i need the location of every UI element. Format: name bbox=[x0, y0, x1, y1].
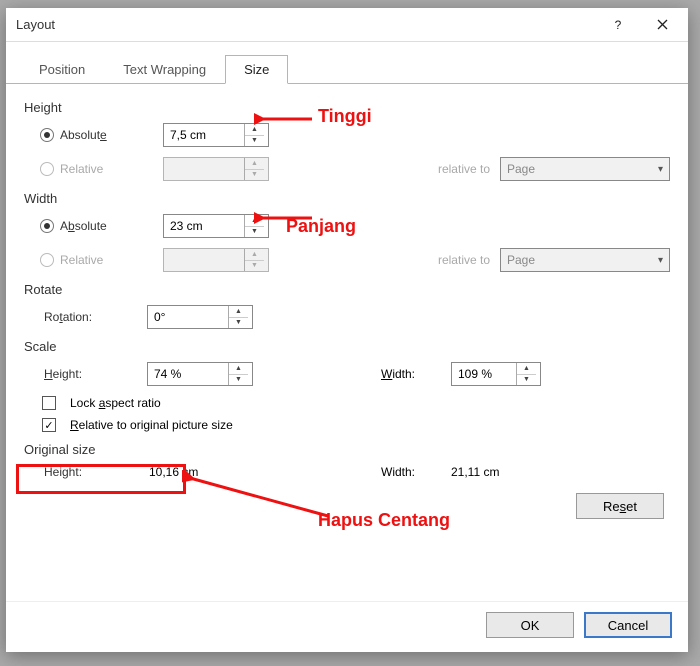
chevron-down-icon: ▾ bbox=[658, 255, 663, 266]
height-relative-to-label: relative to bbox=[438, 162, 490, 176]
relative-original-checkbox[interactable]: ✓ bbox=[42, 418, 56, 432]
scale-height-spinner[interactable]: ▲▼ bbox=[147, 362, 253, 386]
scale-width-arrows[interactable]: ▲▼ bbox=[516, 363, 536, 385]
scale-height-arrows[interactable]: ▲▼ bbox=[228, 363, 248, 385]
height-absolute-label: Absolute bbox=[60, 128, 155, 142]
width-relative-input bbox=[164, 249, 244, 271]
help-button[interactable]: ? bbox=[596, 10, 640, 40]
chevron-down-icon: ▾ bbox=[658, 164, 663, 175]
original-height-label: Height: bbox=[44, 465, 139, 479]
tab-text-wrapping[interactable]: Text Wrapping bbox=[104, 55, 225, 84]
scale-width-input[interactable] bbox=[452, 363, 516, 385]
width-absolute-input[interactable] bbox=[164, 215, 244, 237]
ok-button[interactable]: OK bbox=[486, 612, 574, 638]
relative-original-label: Relative to original picture size bbox=[70, 418, 233, 432]
width-relative-row: Relative ▲▼ relative to Page ▾ bbox=[40, 248, 670, 272]
close-button[interactable] bbox=[640, 10, 684, 40]
rotation-row: Rotation: ▲▼ bbox=[40, 305, 670, 329]
reset-button[interactable]: Reset bbox=[576, 493, 664, 519]
cancel-button[interactable]: Cancel bbox=[584, 612, 672, 638]
width-relative-to-combo: Page ▾ bbox=[500, 248, 670, 272]
tab-content-size: Height Absolute ▲▼ Relative ▲▼ relative … bbox=[6, 84, 688, 601]
original-width-value: 21,11 cm bbox=[451, 465, 541, 479]
width-relative-spinner: ▲▼ bbox=[163, 248, 269, 272]
titlebar: Layout ? bbox=[6, 8, 688, 42]
scale-width-label: Width: bbox=[381, 367, 441, 381]
original-width-label: Width: bbox=[381, 465, 441, 479]
height-relative-label: Relative bbox=[60, 162, 155, 176]
height-absolute-radio[interactable] bbox=[40, 128, 54, 142]
scale-values-row: Height: ▲▼ Width: ▲▼ bbox=[40, 362, 670, 386]
height-relative-row: Relative ▲▼ relative to Page ▾ bbox=[40, 157, 670, 181]
layout-dialog: Layout ? Position Text Wrapping Size Hei… bbox=[6, 8, 688, 652]
height-absolute-input[interactable] bbox=[164, 124, 244, 146]
rotate-heading: Rotate bbox=[24, 282, 670, 297]
width-absolute-row: Absolute ▲▼ bbox=[40, 214, 670, 238]
height-relative-radio bbox=[40, 162, 54, 176]
height-absolute-spinner[interactable]: ▲▼ bbox=[163, 123, 269, 147]
width-relative-label: Relative bbox=[60, 253, 155, 267]
height-absolute-arrows[interactable]: ▲▼ bbox=[244, 124, 264, 146]
tab-size[interactable]: Size bbox=[225, 55, 288, 84]
lock-aspect-label: Lock aspect ratio bbox=[70, 396, 161, 410]
lock-aspect-row: Lock aspect ratio bbox=[42, 396, 670, 410]
rotation-input[interactable] bbox=[148, 306, 228, 328]
relative-original-row: ✓ Relative to original picture size bbox=[42, 418, 670, 432]
rotation-label: Rotation: bbox=[44, 310, 139, 324]
rotation-spinner[interactable]: ▲▼ bbox=[147, 305, 253, 329]
lock-aspect-checkbox[interactable] bbox=[42, 396, 56, 410]
close-icon bbox=[657, 19, 668, 30]
original-heading: Original size bbox=[24, 442, 670, 457]
scale-width-spinner[interactable]: ▲▼ bbox=[451, 362, 541, 386]
width-relative-radio bbox=[40, 253, 54, 267]
height-absolute-row: Absolute ▲▼ bbox=[40, 123, 670, 147]
width-absolute-arrows[interactable]: ▲▼ bbox=[244, 215, 264, 237]
rotation-arrows[interactable]: ▲▼ bbox=[228, 306, 248, 328]
width-absolute-spinner[interactable]: ▲▼ bbox=[163, 214, 269, 238]
scale-height-label: Height: bbox=[44, 367, 139, 381]
height-relative-spinner: ▲▼ bbox=[163, 157, 269, 181]
height-heading: Height bbox=[24, 100, 670, 115]
height-relative-to-combo: Page ▾ bbox=[500, 157, 670, 181]
original-height-value: 10,16 cm bbox=[147, 465, 253, 479]
tab-position[interactable]: Position bbox=[20, 55, 104, 84]
width-heading: Width bbox=[24, 191, 670, 206]
scale-height-input[interactable] bbox=[148, 363, 228, 385]
height-relative-input bbox=[164, 158, 244, 180]
width-absolute-label: Absolute bbox=[60, 219, 155, 233]
tab-bar: Position Text Wrapping Size bbox=[6, 42, 688, 84]
width-absolute-radio[interactable] bbox=[40, 219, 54, 233]
dialog-footer: OK Cancel bbox=[6, 601, 688, 652]
original-values-row: Height: 10,16 cm Width: 21,11 cm bbox=[40, 465, 670, 479]
scale-heading: Scale bbox=[24, 339, 670, 354]
window-title: Layout bbox=[16, 17, 596, 32]
width-relative-to-label: relative to bbox=[438, 253, 490, 267]
